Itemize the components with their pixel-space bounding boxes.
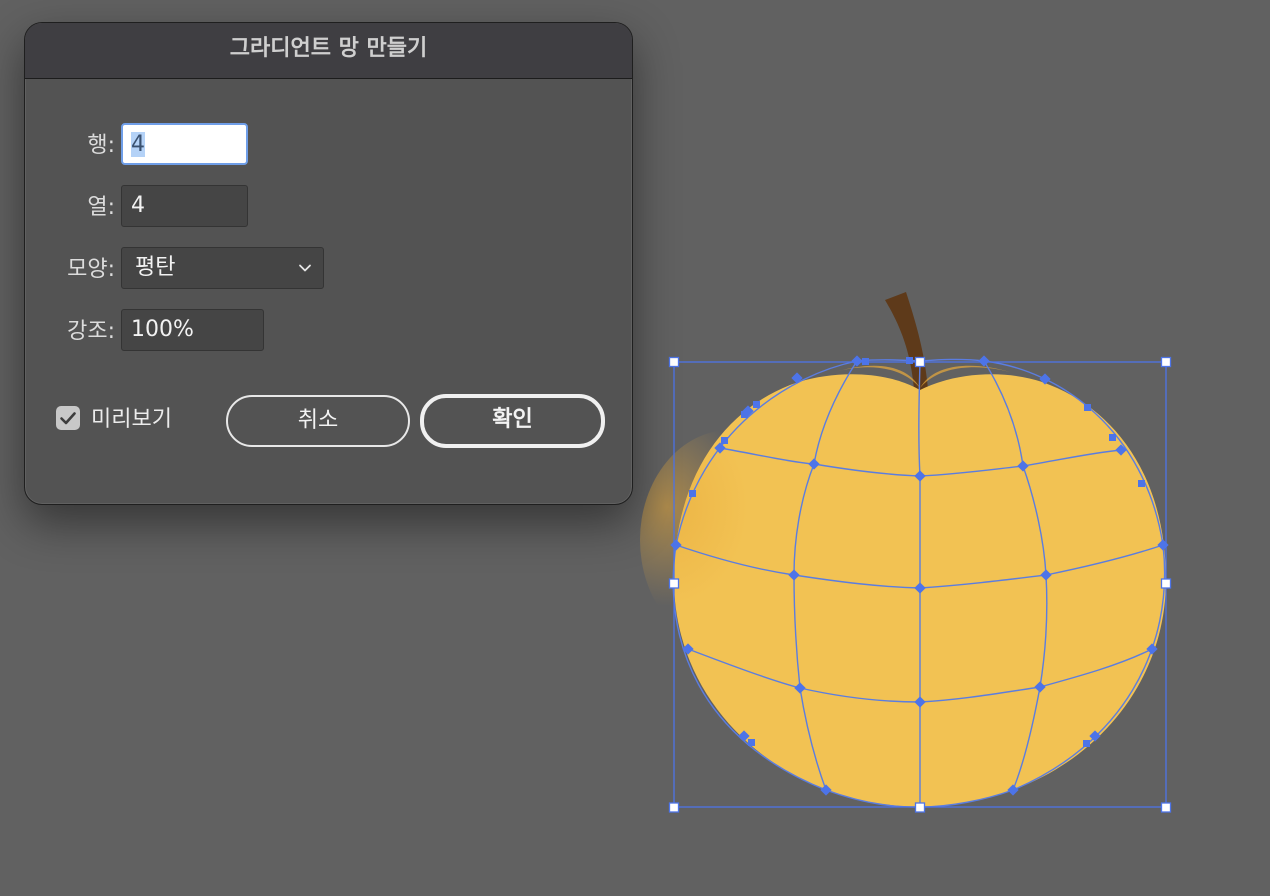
chevron-down-icon — [299, 264, 311, 272]
dialog-header[interactable]: 그라디언트 망 만들기 — [25, 23, 632, 79]
rows-input[interactable]: 4 — [121, 123, 248, 165]
checkmark-icon — [60, 412, 76, 425]
preview-label[interactable]: 미리보기 — [91, 401, 172, 433]
columns-input[interactable]: 4 — [121, 185, 248, 227]
create-gradient-mesh-dialog: 그라디언트 망 만들기 행: 4 열: 4 모양: 평탄 강조: 100% 미리… — [24, 22, 633, 505]
pear-shading — [640, 430, 820, 650]
resize-handle-bottom-right — [1160, 802, 1172, 813]
rows-label: 행: — [87, 133, 115, 158]
resize-handle-bottom — [914, 802, 926, 813]
dialog-title: 그라디언트 망 만들기 — [229, 36, 428, 61]
preview-checkbox[interactable] — [56, 406, 80, 430]
cancel-button[interactable]: 취소 — [226, 395, 410, 447]
columns-label: 열: — [87, 195, 115, 220]
resize-handle-bottom-left — [668, 802, 680, 813]
appearance-value: 평탄 — [135, 255, 176, 280]
resize-handle-right — [1160, 578, 1172, 589]
appearance-select[interactable]: 평탄 — [121, 247, 324, 289]
rows-value: 4 — [131, 132, 145, 157]
resize-handle-left — [668, 578, 680, 589]
resize-handle-top-right — [1160, 356, 1172, 368]
resize-handle-top-left — [668, 356, 680, 368]
appearance-label: 모양: — [67, 257, 115, 282]
ok-button[interactable]: 확인 — [420, 394, 605, 448]
highlight-label: 강조: — [67, 319, 115, 344]
resize-handle-top — [914, 356, 926, 368]
highlight-input[interactable]: 100% — [121, 309, 264, 351]
